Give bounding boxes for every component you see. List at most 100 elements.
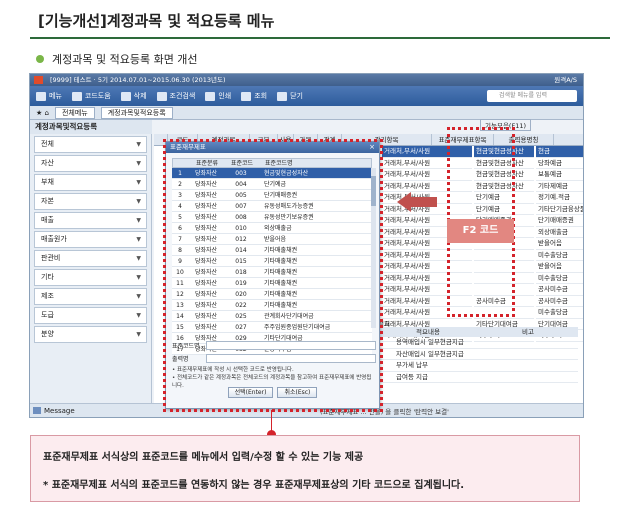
view-button[interactable]: 조회 xyxy=(241,91,267,101)
grid-cell[interactable]: 미수출당금 xyxy=(536,273,583,284)
output-column: 현금 당좌예금 보통예금 기타제예금 정기예.적금 기타단기금융상품 단기매매증권 외상매출금… xyxy=(536,146,583,342)
chevron-down-icon: ▼ xyxy=(136,274,141,281)
message-icon xyxy=(33,407,41,414)
sidebar-item-label: 판관비 xyxy=(41,254,61,262)
callout-text-2: * 표준재무제표 서식의 표준코드를 연동하지 않는 경우 표준재무제표상의 기… xyxy=(43,480,465,491)
sidebar-item-label: 자산 xyxy=(41,159,54,167)
code-help-label: 코드도움 xyxy=(84,92,111,100)
bullet-icon xyxy=(36,55,44,63)
sidebar-item-label: 도급 xyxy=(41,311,54,319)
close-icon xyxy=(277,91,288,101)
trash-icon xyxy=(120,91,131,101)
sidebar-item-label: 매출 xyxy=(41,216,54,224)
memo-row[interactable]: 자산매입시 일부현금지급 xyxy=(378,349,578,360)
sidebar-item[interactable]: 매출 ▼ xyxy=(34,212,147,229)
menu-button[interactable]: 메뉴 xyxy=(36,91,62,101)
sidebar-item[interactable]: 매출원가 ▼ xyxy=(34,231,147,248)
remote-support-link[interactable]: 원격A/S xyxy=(554,74,577,86)
memo-header: 적요내용 비고 xyxy=(378,327,578,337)
doc-title: [기능개선]계정과목 및 적요등록 메뉴 xyxy=(38,12,275,30)
print-button[interactable]: 인쇄 xyxy=(205,91,231,101)
sidebar-item-label: 전체 xyxy=(41,140,54,148)
grid-cell[interactable]: 미수출당금 xyxy=(536,250,583,261)
chevron-down-icon: ▼ xyxy=(136,217,141,224)
sidebar-item-label: 자본 xyxy=(41,197,54,205)
grid-cell[interactable]: 미수출당금 xyxy=(536,307,583,319)
title-bar: [9999] 테스트 · 5기 2014.07.01~2015.06.30 (2… xyxy=(30,74,583,86)
sidebar-item-label: 매출원가 xyxy=(41,235,67,243)
sidebar-item[interactable]: 부채 ▼ xyxy=(34,174,147,191)
menu-search: 검색할 메뉴를 입력 xyxy=(487,90,577,102)
grid-cell[interactable]: 정기예.적금 xyxy=(536,192,583,204)
sidebar-item-label: 제조 xyxy=(41,292,54,300)
grid-cell[interactable]: 보통예금 xyxy=(536,169,583,181)
callout-text-1: 표준재무제표 서식상의 표준코드를 메뉴에서 입력/수정 할 수 있는 기능 제… xyxy=(43,452,364,463)
chevron-down-icon: ▼ xyxy=(136,141,141,148)
sidebar: 전체 ▼ 자산 ▼ 부채 ▼ 자본 ▼ 매출 ▼ 매출원가 ▼ 판관비 ▼ 기타 ▼ 제조 ▼ 도급 ▼ 분양 ▼ xyxy=(30,134,152,403)
memo-header-note: 비고 xyxy=(522,328,534,336)
menu-icon xyxy=(36,91,46,101)
chevron-down-icon: ▼ xyxy=(136,179,141,186)
sidebar-item[interactable]: 분양 ▼ xyxy=(34,326,147,343)
doc-rule xyxy=(30,37,610,39)
app-icon xyxy=(34,76,43,84)
sidebar-item-label: 기타 xyxy=(41,273,54,281)
view-label: 조회 xyxy=(254,92,268,100)
f2-code-label: F2 코드 xyxy=(447,219,514,243)
memo-table: 적요내용 비고 용역매입시 일부현금지급 자산매입시 일부현금지급 부가세 납부 급여… xyxy=(378,327,578,383)
sidebar-item[interactable]: 제조 ▼ xyxy=(34,288,147,305)
callout-box: 표준재무제표 서식상의 표준코드를 메뉴에서 입력/수정 할 수 있는 기능 제… xyxy=(30,435,580,502)
chevron-down-icon: ▼ xyxy=(136,198,141,205)
grid-cell[interactable]: 공사미수금 xyxy=(536,296,583,307)
arrow-left-icon xyxy=(397,192,437,212)
sidebar-item[interactable]: 전체 ▼ xyxy=(34,136,147,153)
grid-cell[interactable]: 받을어음 xyxy=(536,261,583,273)
menu-bar: 메뉴 코드도움 삭제 조건검색 인쇄 조회 닫기 검색할 메뉴를 입력 xyxy=(30,86,583,106)
sidebar-item[interactable]: 자산 ▼ xyxy=(34,155,147,172)
memo-row[interactable]: 용역매입시 일부현금지급 xyxy=(378,337,578,349)
close-button[interactable]: 닫기 xyxy=(277,91,303,101)
grid-cell[interactable]: 기타단기금융상품 xyxy=(536,204,583,215)
chevron-down-icon: ▼ xyxy=(136,255,141,262)
printer-icon xyxy=(205,91,216,101)
sidebar-item[interactable]: 판관비 ▼ xyxy=(34,250,147,267)
sidebar-item[interactable]: 기타 ▼ xyxy=(34,269,147,286)
sidebar-header: 계정과목및적요등록 xyxy=(30,120,152,134)
grid-cell[interactable]: 현금 xyxy=(536,146,583,158)
memo-header-content: 적요내용 xyxy=(416,328,440,336)
filter-icon xyxy=(156,91,167,101)
delete-label: 삭제 xyxy=(133,92,147,100)
memo-row[interactable]: 부가세 납부 xyxy=(378,360,578,372)
sidebar-item-label: 분양 xyxy=(41,330,54,338)
dialog-highlight xyxy=(163,139,383,412)
doc-subtitle: 계정과목 및 적요등록 화면 개선 xyxy=(52,53,198,66)
grid-cell[interactable]: 공사미수금 xyxy=(536,284,583,296)
code-help-button[interactable]: 코드도움 xyxy=(71,91,111,101)
grid-cell[interactable]: 단기매매증권 xyxy=(536,215,583,227)
help-icon xyxy=(71,91,82,101)
chevron-down-icon: ▼ xyxy=(136,331,141,338)
tab-account-register[interactable]: 계정과목및적요등록 xyxy=(100,106,173,119)
home-icon[interactable]: ★ ⌂ xyxy=(36,109,49,117)
print-label: 인쇄 xyxy=(218,92,232,100)
grid-cell[interactable]: 기타제예금 xyxy=(536,181,583,192)
grid-cell[interactable]: 외상매출금 xyxy=(536,227,583,238)
chevron-down-icon: ▼ xyxy=(136,160,141,167)
menu-label: 메뉴 xyxy=(49,92,62,100)
chevron-down-icon: ▼ xyxy=(136,293,141,300)
delete-button[interactable]: 삭제 xyxy=(120,91,147,101)
close-label: 닫기 xyxy=(290,92,303,100)
sidebar-item[interactable]: 도급 ▼ xyxy=(34,307,147,324)
tab-all-menu[interactable]: 전체메뉴 xyxy=(54,106,95,119)
sidebar-item[interactable]: 자본 ▼ xyxy=(34,193,147,210)
message-label: Message xyxy=(44,407,75,415)
window-title: [9999] 테스트 · 5기 2014.07.01~2015.06.30 (2… xyxy=(50,76,226,84)
grid-cell[interactable]: 받을어음 xyxy=(536,238,583,250)
grid-cell[interactable]: 당좌예금 xyxy=(536,158,583,169)
sidebar-item-label: 부채 xyxy=(41,178,54,186)
memo-row[interactable]: 급여등 지급 xyxy=(378,372,578,383)
tab-bar: ★ ⌂ 전체메뉴 계정과목및적요등록 xyxy=(30,106,583,120)
chevron-down-icon: ▼ xyxy=(136,236,141,243)
menu-search-input[interactable]: 검색할 메뉴를 입력 xyxy=(487,90,577,102)
filter-button[interactable]: 조건검색 xyxy=(156,91,195,101)
